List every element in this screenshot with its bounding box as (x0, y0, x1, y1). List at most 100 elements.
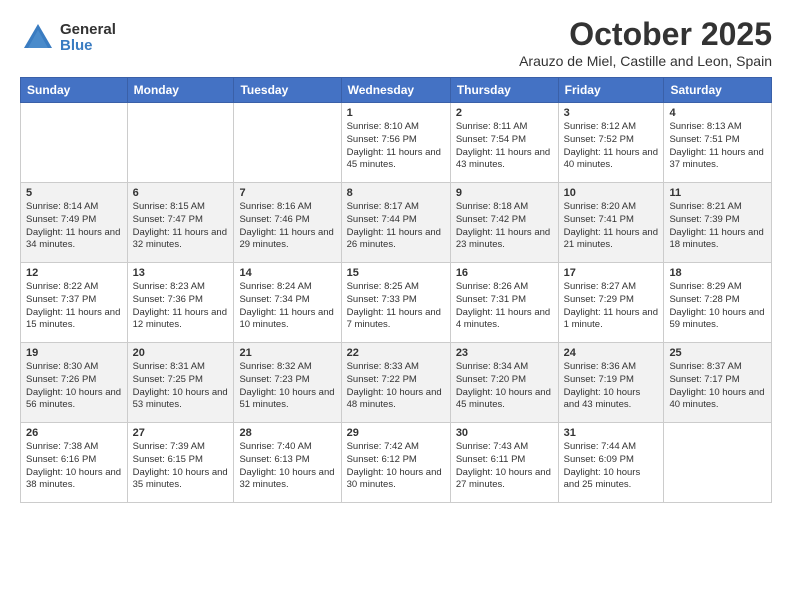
day-number: 26 (26, 427, 122, 439)
calendar-cell: 8Sunrise: 8:17 AM Sunset: 7:44 PM Daylig… (341, 183, 450, 263)
day-number: 13 (133, 267, 229, 279)
title-block: October 2025 Arauzo de Miel, Castille an… (519, 16, 772, 69)
day-number: 12 (26, 267, 122, 279)
calendar-cell: 31 Sunrise: 7:44 AM Sunset: 6:09 PM Dayli… (558, 423, 664, 503)
day-number: 16 (456, 267, 553, 279)
weekday-header-sunday: Sunday (21, 78, 128, 103)
day-info: Sunrise: 8:20 AM Sunset: 7:41 PM Dayligh… (564, 201, 659, 252)
calendar-cell: 3 Sunrise: 8:12 AM Sunset: 7:52 PM Daylig… (558, 103, 664, 183)
day-number: 31 (564, 427, 659, 439)
calendar-cell (127, 103, 234, 183)
calendar-cell: 18Sunrise: 8:29 AM Sunset: 7:28 PM Dayli… (664, 263, 772, 343)
day-number: 2 (456, 107, 553, 119)
calendar-cell: 26 Sunrise: 7:38 AM Sunset: 6:16 PM Dayli… (21, 423, 128, 503)
day-info: Sunrise: 8:30 AM Sunset: 7:26 PM Dayligh… (26, 361, 122, 412)
day-number: 24 (564, 347, 659, 359)
day-info: Sunrise: 8:25 AM Sunset: 7:33 PM Dayligh… (347, 281, 445, 332)
day-info: Sunrise: 8:26 AM Sunset: 7:31 PM Dayligh… (456, 281, 553, 332)
calendar-week-row: 5 Sunrise: 8:14 AM Sunset: 7:49 PM Daylig… (21, 183, 772, 263)
calendar-cell: 6 Sunrise: 8:15 AM Sunset: 7:47 PM Daylig… (127, 183, 234, 263)
day-number: 10 (564, 187, 659, 199)
calendar-cell: 14 Sunrise: 8:24 AM Sunset: 7:34 PM Dayli… (234, 263, 341, 343)
day-number: 11 (669, 187, 766, 199)
calendar-cell (21, 103, 128, 183)
calendar-cell (234, 103, 341, 183)
calendar-cell: 15Sunrise: 8:25 AM Sunset: 7:33 PM Dayli… (341, 263, 450, 343)
calendar-cell: 19 Sunrise: 8:30 AM Sunset: 7:26 PM Dayli… (21, 343, 128, 423)
calendar-cell: 17 Sunrise: 8:27 AM Sunset: 7:29 PM Dayli… (558, 263, 664, 343)
day-info: Sunrise: 7:42 AM Sunset: 6:12 PM Dayligh… (347, 441, 445, 492)
day-info: Sunrise: 8:23 AM Sunset: 7:36 PM Dayligh… (133, 281, 229, 332)
logo-blue-label: Blue (60, 38, 116, 55)
calendar-cell: 20 Sunrise: 8:31 AM Sunset: 7:25 PM Dayli… (127, 343, 234, 423)
logo: General Blue (20, 20, 116, 56)
day-info: Sunrise: 7:38 AM Sunset: 6:16 PM Dayligh… (26, 441, 122, 492)
day-number: 3 (564, 107, 659, 119)
calendar-cell: 16 Sunrise: 8:26 AM Sunset: 7:31 PM Dayli… (450, 263, 558, 343)
day-info: Sunrise: 8:12 AM Sunset: 7:52 PM Dayligh… (564, 121, 659, 172)
calendar-cell: 29Sunrise: 7:42 AM Sunset: 6:12 PM Dayli… (341, 423, 450, 503)
day-info: Sunrise: 8:27 AM Sunset: 7:29 PM Dayligh… (564, 281, 659, 332)
day-number: 20 (133, 347, 229, 359)
weekday-header-row: SundayMondayTuesdayWednesdayThursdayFrid… (21, 78, 772, 103)
calendar-cell: 1 Sunrise: 8:10 AM Sunset: 7:56 PM Daylig… (341, 103, 450, 183)
calendar-cell: 27Sunrise: 7:39 AM Sunset: 6:15 PM Dayli… (127, 423, 234, 503)
day-info: Sunrise: 8:37 AM Sunset: 7:17 PM Dayligh… (669, 361, 766, 412)
weekday-header-tuesday: Tuesday (234, 78, 341, 103)
day-info: Sunrise: 8:22 AM Sunset: 7:37 PM Dayligh… (26, 281, 122, 332)
calendar-cell: 10 Sunrise: 8:20 AM Sunset: 7:41 PM Dayli… (558, 183, 664, 263)
weekday-header-wednesday: Wednesday (341, 78, 450, 103)
day-number: 17 (564, 267, 659, 279)
calendar-cell: 9Sunrise: 8:18 AM Sunset: 7:42 PM Daylig… (450, 183, 558, 263)
day-info: Sunrise: 8:14 AM Sunset: 7:49 PM Dayligh… (26, 201, 122, 252)
day-info: Sunrise: 8:10 AM Sunset: 7:56 PM Dayligh… (347, 121, 445, 172)
day-number: 19 (26, 347, 122, 359)
calendar-cell: 28 Sunrise: 7:40 AM Sunset: 6:13 PM Dayli… (234, 423, 341, 503)
weekday-header-saturday: Saturday (664, 78, 772, 103)
day-number: 28 (239, 427, 335, 439)
weekday-header-thursday: Thursday (450, 78, 558, 103)
day-info: Sunrise: 8:15 AM Sunset: 7:47 PM Dayligh… (133, 201, 229, 252)
calendar-week-row: 26 Sunrise: 7:38 AM Sunset: 6:16 PM Dayli… (21, 423, 772, 503)
header: General Blue October 2025 Arauzo de Miel… (20, 16, 772, 69)
day-number: 6 (133, 187, 229, 199)
month-title: October 2025 (519, 16, 772, 53)
calendar-cell: 25Sunrise: 8:37 AM Sunset: 7:17 PM Dayli… (664, 343, 772, 423)
calendar-cell: 2Sunrise: 8:11 AM Sunset: 7:54 PM Daylig… (450, 103, 558, 183)
day-info: Sunrise: 8:24 AM Sunset: 7:34 PM Dayligh… (239, 281, 335, 332)
page: General Blue October 2025 Arauzo de Miel… (0, 0, 792, 519)
day-number: 7 (239, 187, 335, 199)
day-number: 30 (456, 427, 553, 439)
day-number: 14 (239, 267, 335, 279)
calendar-cell: 24 Sunrise: 8:36 AM Sunset: 7:19 PM Dayli… (558, 343, 664, 423)
logo-text: General Blue (60, 22, 116, 55)
day-number: 5 (26, 187, 122, 199)
calendar-cell: 12 Sunrise: 8:22 AM Sunset: 7:37 PM Dayli… (21, 263, 128, 343)
location-subtitle: Arauzo de Miel, Castille and Leon, Spain (519, 53, 772, 69)
day-info: Sunrise: 8:16 AM Sunset: 7:46 PM Dayligh… (239, 201, 335, 252)
day-info: Sunrise: 8:36 AM Sunset: 7:19 PM Dayligh… (564, 361, 659, 412)
day-number: 18 (669, 267, 766, 279)
day-number: 1 (347, 107, 445, 119)
day-info: Sunrise: 8:34 AM Sunset: 7:20 PM Dayligh… (456, 361, 553, 412)
day-info: Sunrise: 7:40 AM Sunset: 6:13 PM Dayligh… (239, 441, 335, 492)
day-info: Sunrise: 8:21 AM Sunset: 7:39 PM Dayligh… (669, 201, 766, 252)
day-info: Sunrise: 8:13 AM Sunset: 7:51 PM Dayligh… (669, 121, 766, 172)
day-number: 22 (347, 347, 445, 359)
day-number: 23 (456, 347, 553, 359)
logo-general-label: General (60, 22, 116, 39)
day-info: Sunrise: 8:31 AM Sunset: 7:25 PM Dayligh… (133, 361, 229, 412)
weekday-header-monday: Monday (127, 78, 234, 103)
calendar-cell: 11 Sunrise: 8:21 AM Sunset: 7:39 PM Dayli… (664, 183, 772, 263)
day-number: 4 (669, 107, 766, 119)
calendar-week-row: 1 Sunrise: 8:10 AM Sunset: 7:56 PM Daylig… (21, 103, 772, 183)
calendar-cell: 5 Sunrise: 8:14 AM Sunset: 7:49 PM Daylig… (21, 183, 128, 263)
day-number: 21 (239, 347, 335, 359)
day-info: Sunrise: 8:18 AM Sunset: 7:42 PM Dayligh… (456, 201, 553, 252)
calendar-cell: 7 Sunrise: 8:16 AM Sunset: 7:46 PM Daylig… (234, 183, 341, 263)
day-info: Sunrise: 8:17 AM Sunset: 7:44 PM Dayligh… (347, 201, 445, 252)
day-number: 27 (133, 427, 229, 439)
calendar-cell (664, 423, 772, 503)
day-info: Sunrise: 7:44 AM Sunset: 6:09 PM Dayligh… (564, 441, 659, 492)
calendar-table: SundayMondayTuesdayWednesdayThursdayFrid… (20, 77, 772, 503)
